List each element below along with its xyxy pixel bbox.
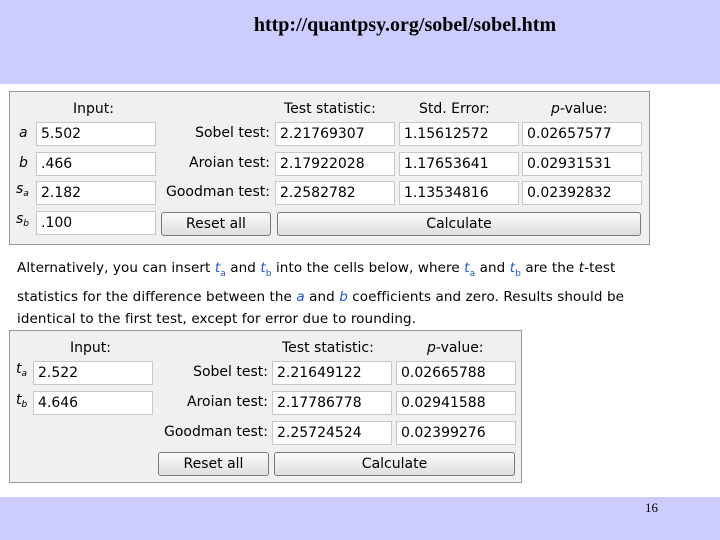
- instructions-line-3: identical to the first test, except for …: [17, 311, 417, 327]
- instructions-line-2: statistics for the difference between th…: [17, 288, 625, 305]
- test-statistic-header: Test statistic:: [284, 101, 376, 117]
- aroian-p-value-field-2[interactable]: 0.02941588: [396, 391, 516, 415]
- t-a-symbol: ta: [214, 260, 226, 279]
- aroian-statistic-field[interactable]: 2.17922028: [275, 152, 395, 176]
- reset-all-button-2[interactable]: Reset all: [158, 452, 269, 476]
- reset-all-button[interactable]: Reset all: [161, 212, 271, 236]
- aroian-statistic-field-2[interactable]: 2.17786778: [272, 391, 392, 415]
- input-label-b: b: [19, 155, 28, 171]
- instructions-paragraph: Alternatively, you can insert ta and tb …: [17, 257, 697, 331]
- b-coefficient-symbol: b: [339, 288, 348, 305]
- slide-url-title: http://quantpsy.org/sobel/sobel.htm: [253, 14, 557, 36]
- input-sa-field[interactable]: 2.182: [36, 181, 156, 205]
- header-band: [0, 0, 720, 84]
- input-label-ta: ta: [16, 361, 28, 379]
- sobel-p-value-field[interactable]: 0.02657577: [522, 122, 642, 146]
- calculate-button[interactable]: Calculate: [277, 212, 641, 236]
- aroian-test-label: Aroian test:: [189, 155, 270, 171]
- aroian-test-label-2: Aroian test:: [187, 394, 268, 410]
- input-sb-field[interactable]: .100: [36, 211, 156, 235]
- t-b-symbol: tb: [260, 260, 272, 279]
- t-statistic-calculator-panel: Input: Test statistic: p-value: ta tb 2.…: [9, 330, 522, 483]
- sobel-std-error-field[interactable]: 1.15612572: [399, 122, 519, 146]
- std-error-header: Std. Error:: [419, 101, 490, 117]
- instructions-line-1: Alternatively, you can insert ta and tb …: [17, 260, 616, 279]
- sobel-calculator-panel: Input: Test statistic: Std. Error: p-val…: [9, 91, 650, 245]
- sobel-statistic-field-2[interactable]: 2.21649122: [272, 361, 392, 385]
- a-coefficient-symbol: a: [296, 288, 305, 305]
- p-value-header: p-value:: [551, 101, 608, 117]
- aroian-std-error-field[interactable]: 1.17653641: [399, 152, 519, 176]
- input-label-sa: sa: [16, 181, 29, 199]
- input-tb-field[interactable]: 4.646: [33, 391, 153, 415]
- sobel-test-label: Sobel test:: [195, 125, 270, 141]
- goodman-statistic-field[interactable]: 2.2582782: [275, 181, 395, 205]
- input-label-a: a: [19, 125, 28, 141]
- input-a-field[interactable]: 5.502: [36, 122, 156, 146]
- t-b-symbol: tb: [509, 260, 521, 279]
- calculate-button-2[interactable]: Calculate: [274, 452, 515, 476]
- goodman-std-error-field[interactable]: 1.13534816: [399, 181, 519, 205]
- sobel-statistic-field[interactable]: 2.21769307: [275, 122, 395, 146]
- input-label-sb: sb: [16, 211, 30, 229]
- input-ta-field[interactable]: 2.522: [33, 361, 153, 385]
- test-statistic-header-2: Test statistic:: [282, 340, 374, 356]
- aroian-p-value-field[interactable]: 0.02931531: [522, 152, 642, 176]
- goodman-p-value-field[interactable]: 0.02392832: [522, 181, 642, 205]
- sobel-p-value-field-2[interactable]: 0.02665788: [396, 361, 516, 385]
- goodman-p-value-field-2[interactable]: 0.02399276: [396, 421, 516, 445]
- input-b-field[interactable]: .466: [36, 152, 156, 176]
- footer-band: [0, 497, 720, 540]
- p-value-header-2: p-value:: [427, 340, 484, 356]
- goodman-test-label-2: Goodman test:: [163, 424, 268, 440]
- slide-number: 16: [645, 500, 658, 515]
- sobel-test-label-2: Sobel test:: [193, 364, 268, 380]
- goodman-statistic-field-2[interactable]: 2.25724524: [272, 421, 392, 445]
- t-a-symbol: ta: [464, 260, 476, 279]
- input-header: Input:: [73, 101, 114, 117]
- goodman-test-label: Goodman test:: [165, 184, 270, 200]
- input-header-2: Input:: [70, 340, 111, 356]
- input-label-tb: tb: [16, 392, 28, 410]
